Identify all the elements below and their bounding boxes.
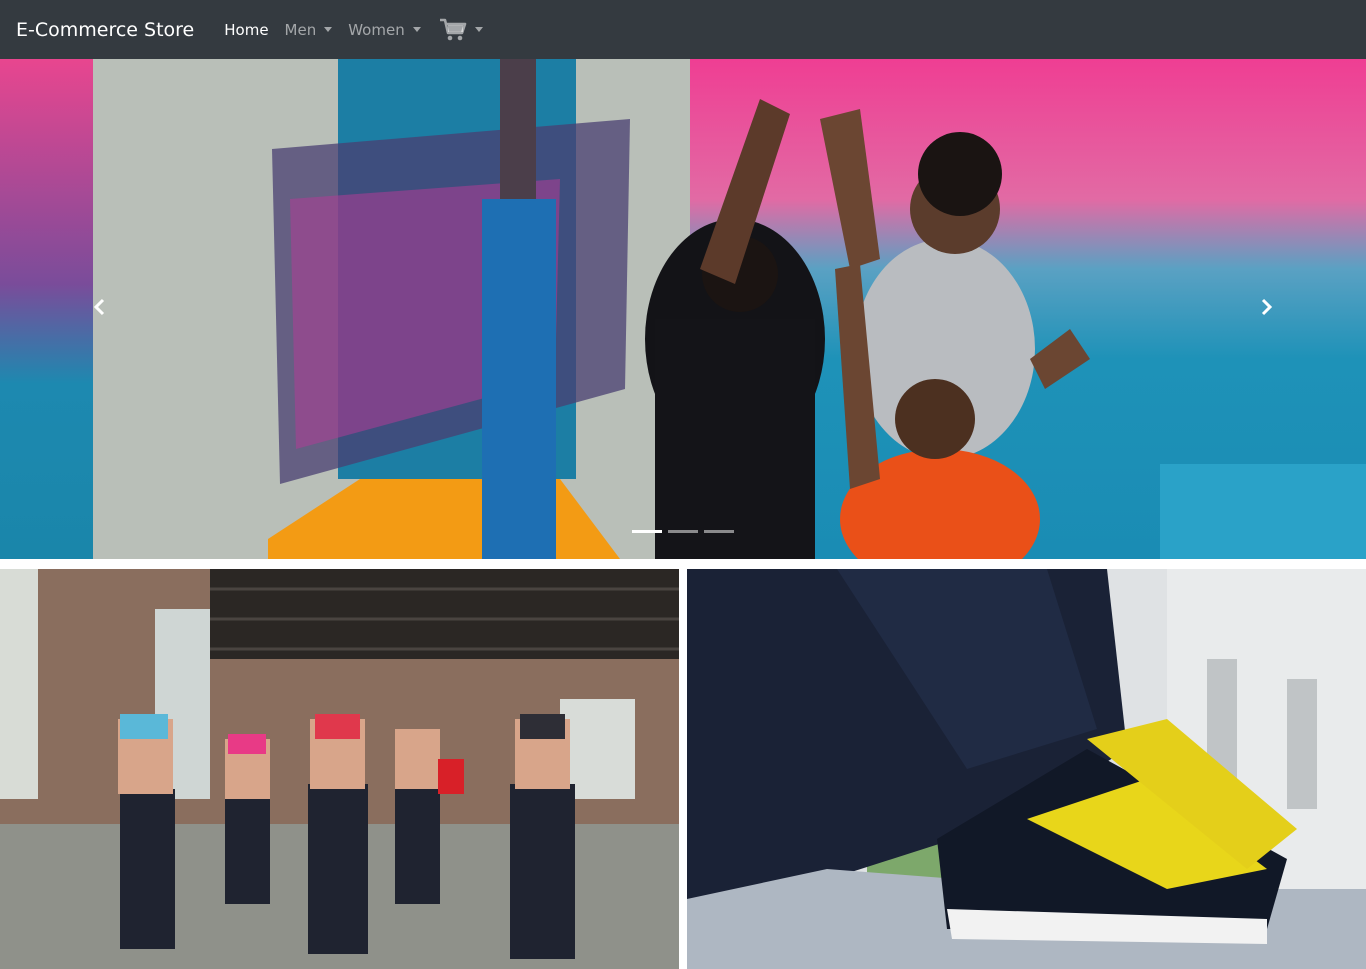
nav-men-dropdown[interactable]: Men bbox=[277, 21, 341, 39]
carousel-indicator[interactable] bbox=[632, 530, 662, 533]
nav-home[interactable]: Home bbox=[216, 21, 276, 39]
nav-women-dropdown[interactable]: Women bbox=[340, 21, 428, 39]
shopping-cart-icon bbox=[439, 18, 467, 42]
women-fitness-banner[interactable] bbox=[0, 569, 679, 969]
caret-down-icon bbox=[474, 27, 483, 32]
sneakers-image bbox=[687, 569, 1366, 969]
nav-men-label: Men bbox=[284, 20, 317, 39]
carousel-next-button[interactable] bbox=[1166, 59, 1366, 559]
navbar: E-Commerce Store Home Men Women bbox=[0, 0, 1366, 59]
carousel-prev-button[interactable] bbox=[0, 59, 200, 559]
chevron-right-icon bbox=[1256, 297, 1276, 321]
nav-home-label: Home bbox=[224, 20, 269, 39]
caret-down-icon bbox=[412, 27, 421, 32]
fitness-class-image bbox=[0, 569, 679, 969]
carousel-indicators bbox=[632, 530, 734, 533]
brand-logo[interactable]: E-Commerce Store bbox=[16, 19, 194, 41]
hero-carousel bbox=[0, 59, 1366, 559]
cart-dropdown[interactable] bbox=[429, 18, 491, 42]
nav-women-label: Women bbox=[348, 20, 405, 39]
carousel-slide-image bbox=[0, 59, 1366, 559]
caret-down-icon bbox=[324, 27, 333, 32]
men-sneakers-banner[interactable] bbox=[687, 569, 1366, 969]
carousel-indicator[interactable] bbox=[704, 530, 734, 533]
chevron-left-icon bbox=[90, 297, 110, 321]
carousel-indicator[interactable] bbox=[668, 530, 698, 533]
